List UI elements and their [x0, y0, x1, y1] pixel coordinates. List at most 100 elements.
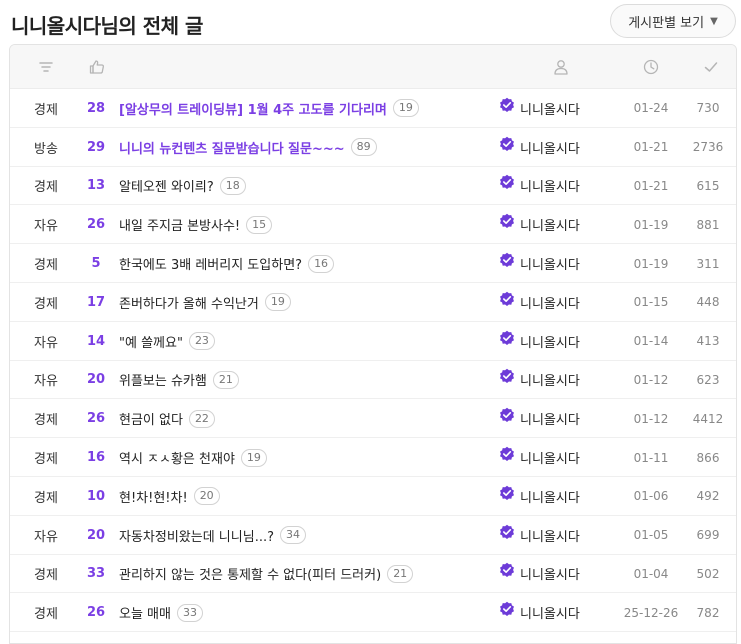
table-row[interactable]: 경제 26 현금이 없다 22 니니올시다 01-12 4412	[10, 399, 736, 439]
post-title[interactable]: 관리하지 않는 것은 통제할 수 없다(피터 드러커)	[119, 564, 381, 583]
post-category[interactable]: 경제	[10, 438, 82, 477]
post-title-cell[interactable]: "예 쓸께요" 23	[119, 322, 499, 361]
post-title-cell[interactable]: [알상무의 트레이딩뷰] 1월 4주 고도를 기다리며 19	[119, 89, 499, 128]
post-author[interactable]: 니니올시다	[499, 555, 609, 594]
post-title-cell[interactable]: 자동차정비왔는데 니니님...? 34	[119, 516, 499, 555]
post-title-cell[interactable]: 관리하지 않는 것은 통제할 수 없다(피터 드러커) 21	[119, 555, 499, 594]
post-title-cell[interactable]: 존버하다가 올해 수익난거 19	[119, 283, 499, 322]
comment-count-badge[interactable]: 34	[280, 526, 306, 545]
post-title-cell[interactable]: 오늘 매매 33	[119, 593, 499, 632]
table-row[interactable]: 경제 26 오늘 매매 33 니니올시다 25-12-26 782	[10, 593, 736, 633]
post-author[interactable]: 니니올시다	[499, 593, 609, 632]
post-category[interactable]: 경제	[10, 399, 82, 438]
table-row[interactable]: 경제 28 [알상무의 트레이딩뷰] 1월 4주 고도를 기다리며 19 니니올…	[10, 89, 736, 128]
author-name[interactable]: 니니올시다	[520, 448, 580, 467]
post-author[interactable]: 니니올시다	[499, 361, 609, 400]
post-category[interactable]: 경제	[10, 593, 82, 632]
post-title[interactable]: 역시 ㅈㅅ황은 천재야	[119, 448, 235, 467]
board-filter-select[interactable]: 게시판별 보기 ▼	[610, 4, 736, 38]
post-title-cell[interactable]: 현금이 없다 22	[119, 399, 499, 438]
post-author[interactable]: 니니올시다	[499, 205, 609, 244]
post-title[interactable]: 위플보는 슈카햄	[119, 370, 207, 389]
post-author[interactable]: 니니올시다	[499, 167, 609, 206]
clock-icon[interactable]	[642, 58, 660, 76]
author-name[interactable]: 니니올시다	[520, 603, 580, 622]
post-title[interactable]: 존버하다가 올해 수익난거	[119, 293, 259, 312]
post-category[interactable]: 경제	[10, 555, 82, 594]
post-title[interactable]: 오늘 매매	[119, 603, 171, 622]
post-category[interactable]: 경제	[10, 244, 82, 283]
comment-count-badge[interactable]: 19	[392, 99, 419, 118]
person-icon[interactable]	[552, 58, 570, 76]
post-category[interactable]: 경제	[10, 89, 82, 128]
comment-count-badge[interactable]: 19	[264, 293, 291, 312]
post-author[interactable]: 니니올시다	[499, 516, 609, 555]
post-title[interactable]: 자동차정비왔는데 니니님...?	[119, 526, 274, 545]
post-title[interactable]: 내일 주지금 본방사수!	[119, 215, 240, 234]
post-category[interactable]: 경제	[10, 167, 82, 206]
check-icon[interactable]	[702, 58, 720, 76]
post-title-cell[interactable]: 현!차!현!차! 20	[119, 477, 499, 516]
table-row[interactable]: 경제 17 존버하다가 올해 수익난거 19 니니올시다 01-15 448	[10, 283, 736, 322]
table-row[interactable]: 경제 10 현!차!현!차! 20 니니올시다 01-06 492	[10, 477, 736, 516]
table-row[interactable]: 자유 26 내일 주지금 본방사수! 15 니니올시다 01-19 881	[10, 205, 736, 245]
filter-icon[interactable]	[37, 58, 55, 76]
comment-count-badge[interactable]: 16	[308, 254, 335, 273]
post-author[interactable]: 니니올시다	[499, 399, 609, 438]
post-title-cell[interactable]: 역시 ㅈㅅ황은 천재야 19	[119, 438, 499, 477]
post-author[interactable]: 니니올시다	[499, 322, 609, 361]
author-name[interactable]: 니니올시다	[520, 99, 580, 118]
post-category[interactable]: 경제	[10, 283, 82, 322]
author-name[interactable]: 니니올시다	[520, 293, 580, 312]
author-name[interactable]: 니니올시다	[520, 370, 580, 389]
post-title[interactable]: 니니의 뉴컨텐츠 질문받습니다 질문~~~	[119, 138, 345, 157]
comment-count-badge[interactable]: 19	[240, 448, 267, 467]
table-row[interactable]: 자유 20 자동차정비왔는데 니니님...? 34 니니올시다 01-05 69…	[10, 516, 736, 555]
post-title[interactable]: 현!차!현!차!	[119, 487, 188, 506]
author-name[interactable]: 니니올시다	[520, 487, 580, 506]
post-author[interactable]: 니니올시다	[499, 244, 609, 283]
table-row[interactable]: 경제 13 알테오젠 와이릐? 18 니니올시다 01-21 615	[10, 167, 736, 206]
comment-count-badge[interactable]: 21	[212, 370, 239, 389]
post-category[interactable]: 자유	[10, 361, 82, 400]
comment-count-badge[interactable]: 15	[246, 215, 273, 234]
comment-count-badge[interactable]: 33	[176, 603, 203, 622]
comment-count-badge[interactable]: 22	[188, 409, 215, 428]
post-title[interactable]: [알상무의 트레이딩뷰] 1월 4주 고도를 기다리며	[119, 99, 387, 118]
post-author[interactable]: 니니올시다	[499, 128, 609, 167]
author-name[interactable]: 니니올시다	[520, 215, 580, 234]
post-title[interactable]: 현금이 없다	[119, 409, 183, 428]
author-name[interactable]: 니니올시다	[520, 409, 580, 428]
table-row[interactable]: 경제 33 관리하지 않는 것은 통제할 수 없다(피터 드러커) 21 니니올…	[10, 555, 736, 594]
post-title-cell[interactable]: 알테오젠 와이릐? 18	[119, 167, 499, 206]
post-category[interactable]: 자유	[10, 516, 82, 555]
post-category[interactable]: 자유	[10, 205, 82, 244]
post-title[interactable]: 알테오젠 와이릐?	[119, 176, 214, 195]
post-author[interactable]: 니니올시다	[499, 89, 609, 128]
post-title-cell[interactable]: 위플보는 슈카햄 21	[119, 361, 499, 400]
post-author[interactable]: 니니올시다	[499, 283, 609, 322]
thumbs-up-icon[interactable]	[88, 58, 106, 76]
author-name[interactable]: 니니올시다	[520, 332, 580, 351]
table-row[interactable]: 경제 5 한국에도 3배 레버리지 도입하면? 16 니니올시다 01-19 3…	[10, 244, 736, 283]
post-title[interactable]: "예 쓸께요"	[119, 332, 183, 351]
author-name[interactable]: 니니올시다	[520, 564, 580, 583]
author-name[interactable]: 니니올시다	[520, 176, 580, 195]
comment-count-badge[interactable]: 18	[219, 176, 246, 195]
post-author[interactable]: 니니올시다	[499, 438, 609, 477]
comment-count-badge[interactable]: 23	[188, 332, 215, 351]
post-category[interactable]: 자유	[10, 322, 82, 361]
post-title-cell[interactable]: 니니의 뉴컨텐츠 질문받습니다 질문~~~ 89	[119, 128, 499, 167]
table-row[interactable]: 자유 14 "예 쓸께요" 23 니니올시다 01-14 413	[10, 322, 736, 361]
table-row[interactable]: 경제 16 역시 ㅈㅅ황은 천재야 19 니니올시다 01-11 866	[10, 438, 736, 477]
post-category[interactable]: 경제	[10, 477, 82, 516]
comment-count-badge[interactable]: 89	[350, 138, 377, 157]
post-title[interactable]: 한국에도 3배 레버리지 도입하면?	[119, 254, 302, 273]
post-author[interactable]: 니니올시다	[499, 477, 609, 516]
comment-count-badge[interactable]: 21	[387, 564, 414, 583]
comment-count-badge[interactable]: 20	[193, 487, 220, 506]
post-title-cell[interactable]: 한국에도 3배 레버리지 도입하면? 16	[119, 244, 499, 283]
author-name[interactable]: 니니올시다	[520, 138, 580, 157]
post-title-cell[interactable]: 내일 주지금 본방사수! 15	[119, 205, 499, 244]
post-category[interactable]: 방송	[10, 128, 82, 167]
